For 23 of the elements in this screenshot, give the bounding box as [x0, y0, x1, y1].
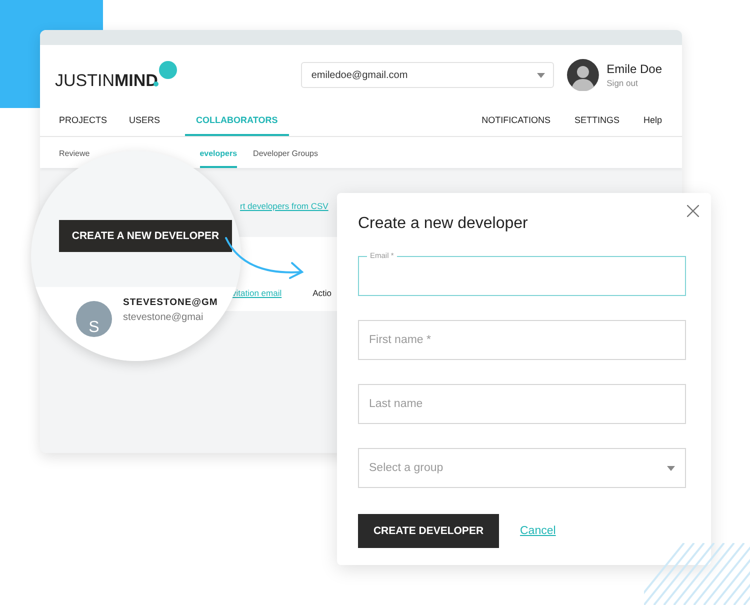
- nav-tab[interactable]: PROJECTS: [48, 105, 118, 136]
- avatar-initial: S: [76, 301, 112, 337]
- user-name: Emile Doe: [606, 62, 662, 76]
- nav-tab[interactable]: NOTIFICATIONS: [482, 105, 562, 136]
- nav-tab[interactable]: Help: [631, 105, 662, 136]
- actions-label: Actio: [312, 288, 332, 298]
- close-button[interactable]: [685, 203, 701, 219]
- logo: JUSTINMIND: [55, 70, 158, 90]
- developer-name: STEVESTONE@GM: [123, 297, 218, 308]
- dialog-title: Create a new developer: [358, 215, 529, 233]
- create-developer-button[interactable]: CREATE DEVELOPER: [358, 514, 499, 548]
- caret-icon: [667, 466, 675, 470]
- sub-tab[interactable]: Developer Groups: [253, 149, 318, 159]
- avatar-icon: [566, 59, 599, 91]
- sub-tab[interactable]: Reviewe: [59, 149, 90, 159]
- close-icon: [687, 205, 699, 217]
- nav-tab[interactable]: USERS: [118, 105, 172, 136]
- create-developer-button[interactable]: CREATE A NEW DEVELOPER: [59, 220, 232, 252]
- account-select[interactable]: emiledoe@gmail.com: [301, 62, 554, 88]
- sign-out-link[interactable]: Sign out: [606, 78, 662, 88]
- developer-email: stevestone@gmai: [123, 312, 204, 323]
- caret-icon: [536, 72, 545, 78]
- nav-tab[interactable]: SETTINGS: [562, 105, 632, 136]
